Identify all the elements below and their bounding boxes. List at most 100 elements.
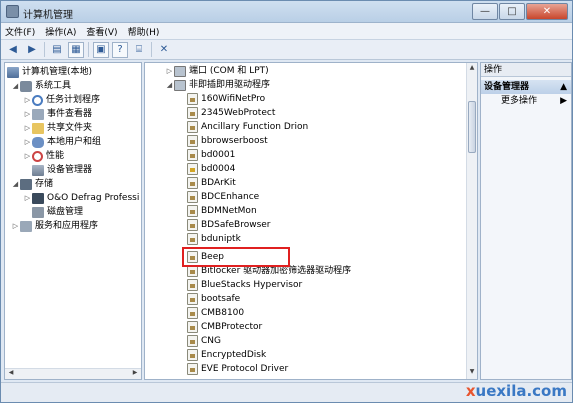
expand-arrow-icon[interactable]: ▷ bbox=[23, 135, 32, 149]
clock-icon bbox=[32, 94, 43, 106]
list-item[interactable]: EVE Protocol Driver bbox=[187, 362, 288, 376]
tree-item-defrag[interactable]: ▷ O&O Defrag Professi bbox=[23, 191, 139, 205]
properties-icon[interactable]: ▣ bbox=[93, 41, 109, 58]
scroll-down-icon[interactable]: ▼ bbox=[467, 368, 477, 378]
driver-icon bbox=[187, 205, 198, 217]
list-item[interactable]: BDArKit bbox=[187, 176, 236, 190]
more-actions-item[interactable]: 更多操作 ▶ bbox=[481, 94, 571, 108]
tree-item-local-users[interactable]: ▷ 本地用户和组 bbox=[23, 135, 101, 149]
collapse-up-icon[interactable]: ▲ bbox=[560, 80, 567, 94]
storage-icon bbox=[20, 178, 32, 190]
toolbar-separator bbox=[88, 42, 89, 57]
actions-header: 操作 bbox=[481, 63, 571, 77]
driver-icon bbox=[187, 349, 198, 361]
driver-icon bbox=[187, 233, 198, 245]
driver-icon bbox=[187, 191, 198, 203]
tree-item-device-manager[interactable]: 设备管理器 bbox=[32, 163, 92, 177]
driver-icon bbox=[187, 135, 198, 147]
driver-warning-icon bbox=[187, 163, 198, 175]
category-nonpnp-drivers[interactable]: ◢ 非即插即用驱动程序 bbox=[165, 78, 270, 92]
driver-icon bbox=[187, 335, 198, 347]
performance-icon bbox=[32, 150, 43, 162]
expand-arrow-icon[interactable]: ▷ bbox=[23, 191, 32, 205]
scan-hardware-icon[interactable]: ⌸ bbox=[131, 42, 147, 58]
minimize-button[interactable]: — bbox=[472, 3, 498, 20]
services-icon bbox=[20, 220, 32, 232]
list-item[interactable]: BDCEnhance bbox=[187, 190, 259, 204]
collapse-arrow-icon[interactable]: ◢ bbox=[11, 177, 20, 191]
scrollbar-thumb[interactable] bbox=[468, 101, 476, 153]
driver-icon bbox=[187, 293, 198, 305]
tree-root[interactable]: 计算机管理(本地) bbox=[7, 65, 92, 79]
folder-up-icon[interactable]: ▤ bbox=[49, 42, 65, 58]
menu-file[interactable]: 文件(F) bbox=[5, 25, 35, 38]
tree-item-storage[interactable]: ◢ 存储 bbox=[11, 177, 53, 191]
expand-arrow-icon[interactable]: ▷ bbox=[23, 149, 32, 163]
collapse-arrow-icon[interactable]: ◢ bbox=[165, 78, 174, 92]
device-list-vertical-scrollbar[interactable]: ▲ ▼ bbox=[466, 63, 477, 379]
disk-management-icon bbox=[32, 206, 44, 218]
list-item[interactable]: 2345WebProtect bbox=[187, 106, 275, 120]
expand-arrow-icon[interactable]: ▷ bbox=[165, 64, 174, 78]
collapse-arrow-icon[interactable]: ◢ bbox=[11, 79, 20, 93]
list-item[interactable]: EncryptedDisk bbox=[187, 348, 266, 362]
maximize-button[interactable]: □ bbox=[499, 3, 525, 20]
list-item[interactable]: CMBProtector bbox=[187, 320, 262, 334]
uninstall-icon[interactable]: ✕ bbox=[156, 42, 172, 58]
tree-item-task-scheduler[interactable]: ▷ 任务计划程序 bbox=[23, 93, 100, 107]
title-bar: 计算机管理 — □ ✕ bbox=[1, 1, 572, 23]
driver-icon bbox=[187, 93, 198, 105]
list-item[interactable]: BlueStacks Hypervisor bbox=[187, 278, 302, 292]
menu-view[interactable]: 查看(V) bbox=[86, 25, 117, 38]
device-list-pane: ▷ 端口 (COM 和 LPT) ◢ 非即插即用驱动程序 160WifiNetP… bbox=[144, 62, 478, 380]
users-icon bbox=[32, 136, 44, 148]
menu-help[interactable]: 帮助(H) bbox=[128, 25, 160, 38]
list-item[interactable]: Ancillary Function Drion bbox=[187, 120, 308, 134]
driver-icon bbox=[187, 149, 198, 161]
shared-folder-icon bbox=[32, 122, 44, 134]
computer-icon bbox=[7, 66, 19, 78]
forward-icon[interactable]: ▶ bbox=[24, 42, 40, 58]
list-item[interactable]: 160WifiNetPro bbox=[187, 92, 265, 106]
list-item[interactable]: BDSafeBrowser bbox=[187, 218, 271, 232]
list-item[interactable]: bbrowserboost bbox=[187, 134, 268, 148]
menu-action[interactable]: 操作(A) bbox=[45, 25, 76, 38]
driver-icon bbox=[187, 307, 198, 319]
tree-item-services[interactable]: ▷ 服务和应用程序 bbox=[11, 219, 98, 233]
system-tools-icon bbox=[20, 80, 32, 92]
selection-highlight-box bbox=[182, 247, 290, 267]
expand-arrow-icon[interactable]: ▷ bbox=[23, 107, 32, 121]
category-ports[interactable]: ▷ 端口 (COM 和 LPT) bbox=[165, 64, 269, 78]
help-icon[interactable]: ? bbox=[112, 41, 128, 58]
tree-item-disk-management[interactable]: 磁盘管理 bbox=[32, 205, 83, 219]
expand-arrow-icon[interactable]: ▷ bbox=[23, 93, 32, 107]
list-item[interactable]: BDMNetMon bbox=[187, 204, 257, 218]
tree-item-event-viewer[interactable]: ▷ 事件查看器 bbox=[23, 107, 92, 121]
scroll-right-icon[interactable]: ▶ bbox=[130, 369, 140, 379]
tree-item-system-tools[interactable]: ◢ 系统工具 bbox=[11, 79, 71, 93]
computer-management-window: 计算机管理 — □ ✕ 文件(F) 操作(A) 查看(V) 帮助(H) ◀ ▶ … bbox=[0, 0, 573, 403]
expand-arrow-icon[interactable]: ▷ bbox=[23, 121, 32, 135]
expand-arrow-icon[interactable]: ▷ bbox=[11, 219, 20, 233]
left-horizontal-scrollbar[interactable]: ◀ ▶ bbox=[5, 368, 141, 379]
list-item[interactable]: bd0001 bbox=[187, 148, 235, 162]
list-item[interactable]: CMB8100 bbox=[187, 306, 244, 320]
tree-item-shared-folders[interactable]: ▷ 共享文件夹 bbox=[23, 121, 92, 135]
tree-item-performance[interactable]: ▷ 性能 bbox=[23, 149, 64, 163]
port-icon bbox=[174, 65, 186, 77]
actions-section-device-manager[interactable]: 设备管理器 ▲ bbox=[481, 80, 571, 94]
close-button[interactable]: ✕ bbox=[526, 3, 568, 20]
list-item[interactable]: bd0004 bbox=[187, 162, 235, 176]
submenu-arrow-icon: ▶ bbox=[560, 96, 567, 106]
driver-icon bbox=[187, 121, 198, 133]
scroll-up-icon[interactable]: ▲ bbox=[467, 64, 477, 74]
scroll-left-icon[interactable]: ◀ bbox=[6, 369, 16, 379]
show-hide-tree-icon[interactable]: ▦ bbox=[68, 41, 84, 58]
driver-icon bbox=[187, 321, 198, 333]
list-item[interactable]: CNG bbox=[187, 334, 221, 348]
list-item[interactable]: bduniptk bbox=[187, 232, 241, 246]
toolbar-separator bbox=[44, 42, 45, 57]
driver-icon bbox=[187, 177, 198, 189]
back-icon[interactable]: ◀ bbox=[5, 42, 21, 58]
list-item[interactable]: bootsafe bbox=[187, 292, 240, 306]
